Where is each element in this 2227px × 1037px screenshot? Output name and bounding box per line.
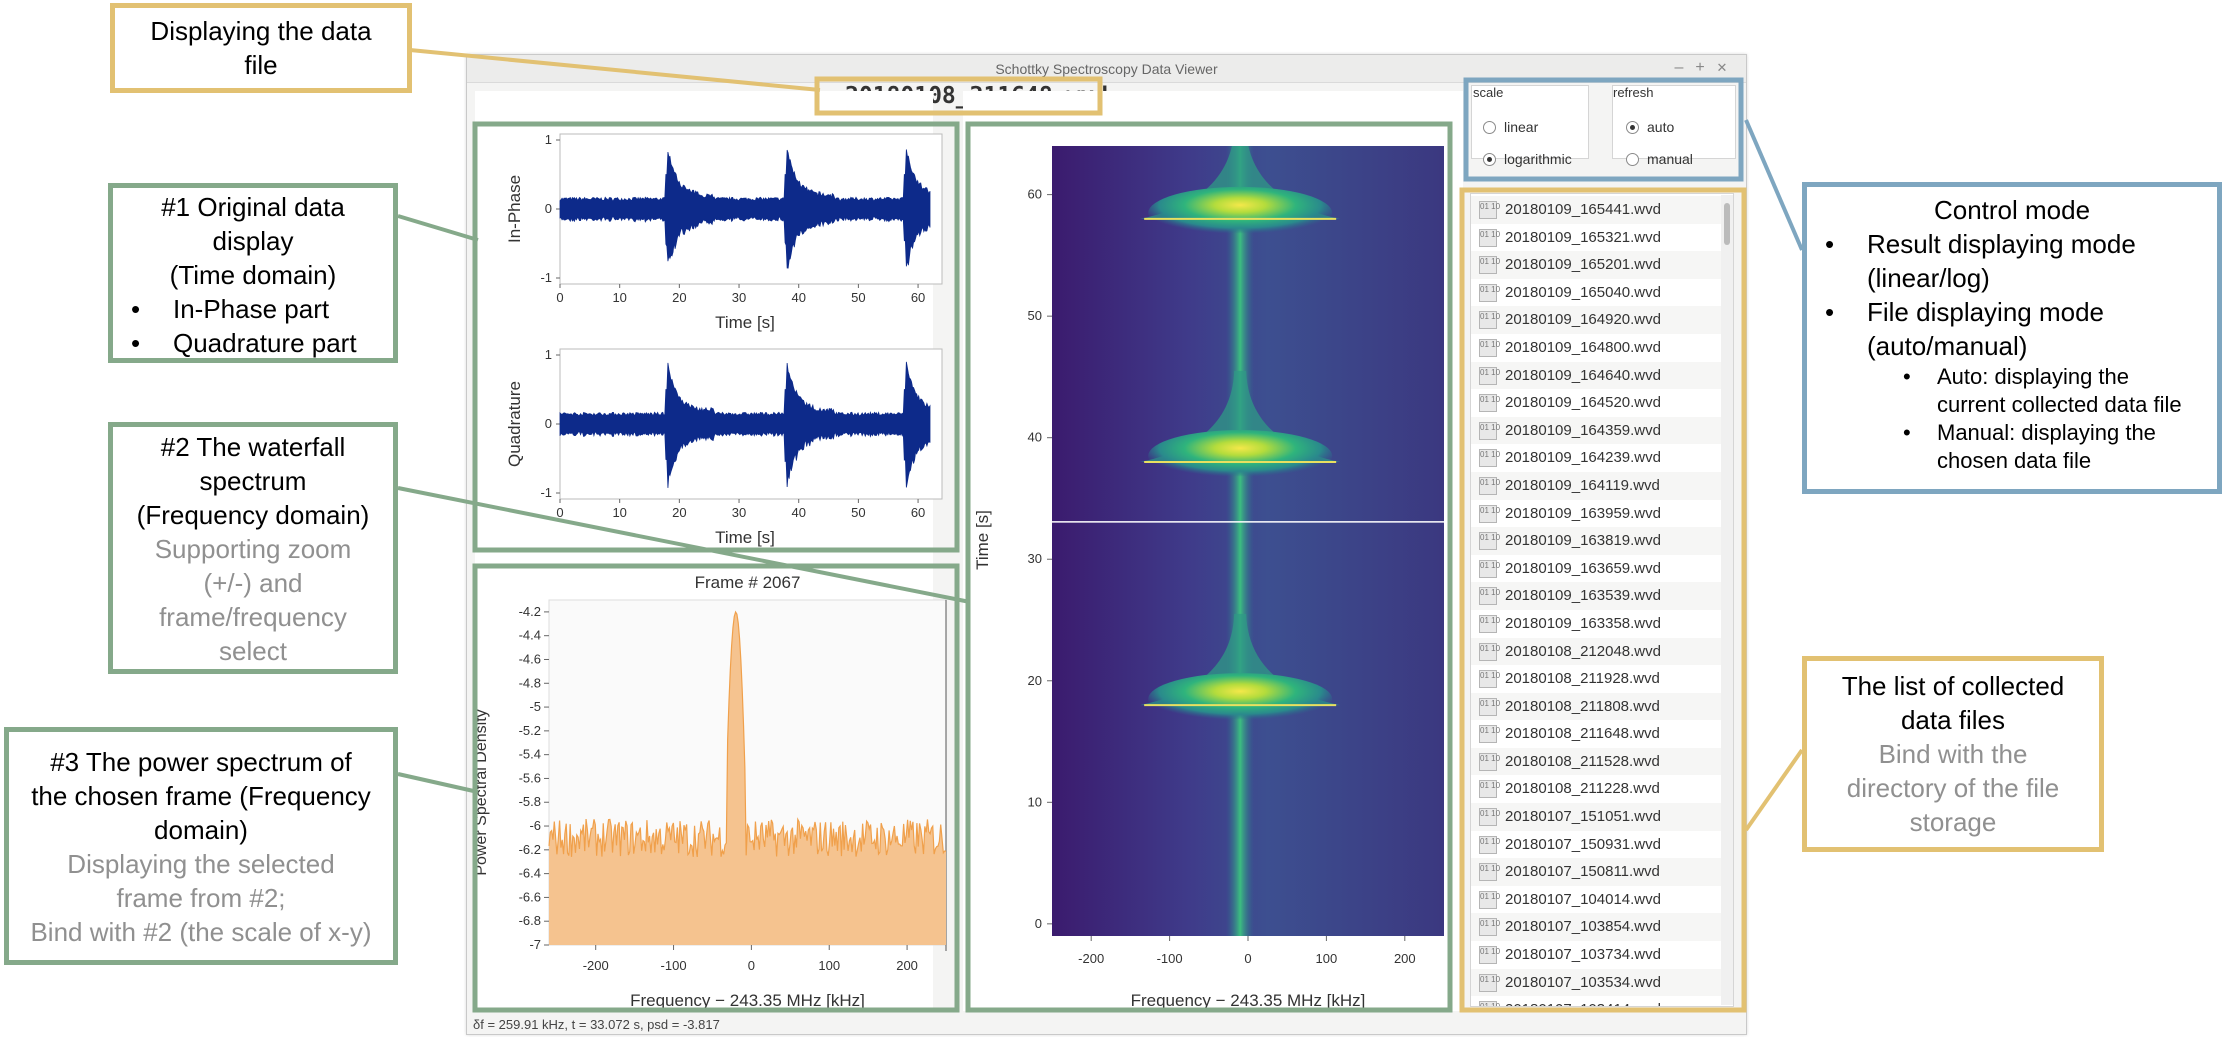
tick-label: -4.4 bbox=[519, 628, 541, 643]
tick-label: 30 bbox=[732, 290, 746, 305]
annotation-waterfall: #2 The waterfall spectrum (Frequency dom… bbox=[108, 422, 398, 674]
tick-label: 40 bbox=[791, 505, 805, 520]
tick-label: 50 bbox=[1028, 308, 1042, 323]
tick-label: 50 bbox=[851, 505, 865, 520]
in-phase-chart: 0 10 20 30 40 50 6010-1Time [s]In-Phase bbox=[505, 132, 943, 332]
tick-label: 10 bbox=[612, 505, 626, 520]
tick-label: 1 bbox=[545, 347, 552, 362]
tick-label: -6.8 bbox=[519, 913, 541, 928]
tick-label: 100 bbox=[818, 958, 840, 973]
heatmap-burst bbox=[1148, 673, 1333, 726]
tick-label: 50 bbox=[851, 290, 865, 305]
connector-list bbox=[1744, 748, 1804, 832]
tick-label: 10 bbox=[612, 290, 626, 305]
chart-title: Frame # 2067 bbox=[695, 573, 801, 592]
tick-label: -1 bbox=[540, 270, 552, 285]
tick-label: -5 bbox=[529, 699, 541, 714]
tick-label: 30 bbox=[1028, 551, 1042, 566]
tick-label: 20 bbox=[672, 505, 686, 520]
tick-label: 1 bbox=[545, 132, 552, 147]
y-axis-label: Time [s] bbox=[973, 510, 992, 570]
tick-label: -6 bbox=[529, 818, 541, 833]
tick-label: 60 bbox=[911, 505, 925, 520]
tick-label: -4.8 bbox=[519, 675, 541, 690]
tick-label: 30 bbox=[732, 505, 746, 520]
tick-label: -100 bbox=[1157, 951, 1183, 966]
connector-control bbox=[1744, 119, 1804, 251]
frame-file-list bbox=[1459, 187, 1747, 1013]
tick-label: 40 bbox=[1028, 430, 1042, 445]
power-spectrum-chart[interactable]: Frame # 2067 -200 -100 0 100 200 -4.2 -4.4 -4.6 -… bbox=[473, 573, 947, 1010]
annotation-power: #3 The power spectrum of the chosen fram… bbox=[4, 727, 398, 965]
y-axis-label: In-Phase bbox=[505, 175, 524, 243]
tick-label: 0 bbox=[545, 416, 552, 431]
frame-controls bbox=[1463, 77, 1744, 182]
tick-label: -5.2 bbox=[519, 723, 541, 738]
tick-label: -100 bbox=[661, 958, 687, 973]
connector-file bbox=[409, 48, 821, 92]
tick-label: 60 bbox=[911, 290, 925, 305]
annotation-original: #1 Original data display (Time domain) I… bbox=[108, 183, 398, 363]
heatmap-burst bbox=[1148, 186, 1333, 239]
tick-label: -4.2 bbox=[519, 604, 541, 619]
tick-label: 0 bbox=[1035, 916, 1042, 931]
tick-label: -200 bbox=[1078, 951, 1104, 966]
tick-label: 40 bbox=[791, 290, 805, 305]
y-axis-label: Quadrature bbox=[505, 381, 524, 467]
tick-label: -5.6 bbox=[519, 770, 541, 785]
heatmap-burst bbox=[1148, 430, 1333, 482]
tick-label: -1 bbox=[540, 485, 552, 500]
tick-label: -4.6 bbox=[519, 651, 541, 666]
tick-label: -7 bbox=[529, 937, 541, 952]
tick-label: -6.4 bbox=[519, 866, 541, 881]
tick-label: -6.2 bbox=[519, 842, 541, 857]
tick-label: 200 bbox=[1394, 951, 1416, 966]
annotation-file: Displaying the data file bbox=[110, 3, 412, 93]
tick-label: 0 bbox=[1244, 951, 1251, 966]
tick-label: -5.8 bbox=[519, 794, 541, 809]
annotation-list: The list of collected data files Bind wi… bbox=[1802, 656, 2104, 852]
tick-label: 10 bbox=[1028, 794, 1042, 809]
tick-label: -5.4 bbox=[519, 747, 541, 762]
x-axis-label: Time [s] bbox=[715, 313, 775, 332]
tick-label: 100 bbox=[1316, 951, 1338, 966]
x-axis-label: Time [s] bbox=[715, 528, 775, 547]
annotation-control: Control mode Result displaying mode (lin… bbox=[1802, 182, 2222, 494]
x-axis-label: Frequency − 243.35 MHz [kHz] bbox=[630, 991, 865, 1010]
connector-power bbox=[397, 772, 479, 794]
tick-label: 0 bbox=[748, 958, 755, 973]
tick-label: -6.6 bbox=[519, 889, 541, 904]
tick-label: 20 bbox=[672, 290, 686, 305]
tick-label: -200 bbox=[583, 958, 609, 973]
connector-original bbox=[397, 214, 479, 242]
tick-label: 0 bbox=[556, 290, 563, 305]
x-axis-label: Frequency − 243.35 MHz [kHz] bbox=[1131, 991, 1366, 1010]
tick-label: 200 bbox=[896, 958, 918, 973]
tick-label: 60 bbox=[1028, 187, 1042, 202]
tick-label: 0 bbox=[545, 201, 552, 216]
heatmap-stem bbox=[1226, 146, 1255, 936]
quadrature-chart: 0 10 20 30 40 50 6010-1Time [s]Quadrature bbox=[505, 347, 943, 547]
tick-label: 20 bbox=[1028, 673, 1042, 688]
waterfall-chart[interactable]: -200 -100 0 100 200 0 10 20 30 40 50 60 Frequency − … bbox=[973, 106, 1444, 1010]
